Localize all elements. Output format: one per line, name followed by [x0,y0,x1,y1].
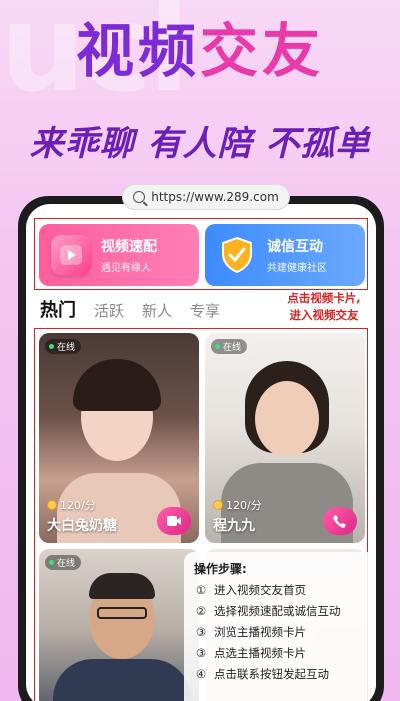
step-item: ③ 浏览主播视频卡片 [195,624,306,639]
host-name: 大白兔奶糖 [47,518,117,534]
host-body [53,659,191,701]
coin-icon [47,500,57,510]
host-hair [73,359,161,411]
phone-frame: 视频速配 遇见有缘人 诚信互动 共建健康社区 热门 活跃 新人 专享 点击视频卡… [18,196,384,701]
trust-interaction-card[interactable]: 诚信互动 共建健康社区 [205,224,365,286]
tab-hot[interactable]: 热门 [40,296,76,322]
play-icon [51,235,91,275]
annotation-hint: 点击视频卡片, 进入视频交友 [278,290,370,323]
hint-line1: 点击视频卡片, [287,291,361,305]
tab-new[interactable]: 新人 [142,300,172,321]
feature-title: 诚信互动 [267,239,323,255]
glasses [97,607,147,619]
shield-icon [217,235,257,275]
tab-active[interactable]: 活跃 [94,300,124,321]
url-text: https://www.289.com [151,190,279,204]
search-icon [133,191,146,203]
host-video-card[interactable]: 在线 120/分 大白兔奶糖 [39,333,199,543]
tab-exclusive[interactable]: 专享 [190,300,220,321]
step-item: ② 选择视频速配或诚信互动 [195,603,341,618]
host-hair [89,573,155,599]
hero-title-part1: 视频 [75,17,200,85]
feature-subtitle: 共建健康社区 [267,263,327,274]
feature-highlight-box: 视频速配 遇见有缘人 诚信互动 共建健康社区 [34,218,368,290]
video-call-icon [167,516,181,526]
hint-line2: 进入视频交友 [289,307,359,322]
hero-title-part2: 交友 [200,17,325,85]
step-item: ④ 点击联系按钮发起互动 [195,666,329,681]
steps-title: 操作步骤: [194,562,247,576]
feature-subtitle: 遇见有缘人 [101,263,151,274]
url-bar[interactable]: https://www.289.com [122,184,290,210]
step-item: ③ 点选主播视频卡片 [195,645,306,660]
online-badge: 在线 [211,339,248,354]
coin-icon [213,500,223,510]
video-match-card[interactable]: 视频速配 遇见有缘人 [39,224,199,286]
host-video-card[interactable]: 在线 [39,549,199,701]
feature-title: 视频速配 [101,239,157,255]
host-portrait [255,381,319,457]
video-call-button[interactable] [157,507,191,535]
host-name: 程九九 [213,518,255,534]
price-label: 120/分 [47,497,96,513]
step-item: ① 进入视频交友首页 [195,583,306,597]
price-label: 120/分 [213,497,262,513]
phone-call-icon [333,515,346,528]
app-screen: 视频速配 遇见有缘人 诚信互动 共建健康社区 热门 活跃 新人 专享 点击视频卡… [26,204,376,701]
host-video-card[interactable]: 在线 120/分 程九九 [205,333,365,543]
category-tabs: 热门 活跃 新人 专享 [40,296,220,322]
operation-steps-panel: 操作步骤: ① 进入视频交友首页 ② 选择视频速配或诚信互动 ③ 浏览主播视频卡片 ③… [184,552,376,701]
hero-subtitle: 来乖聊 有人陪 不孤单 [29,124,371,164]
online-badge: 在线 [45,339,82,354]
online-badge: 在线 [45,555,82,570]
phone-call-button[interactable] [323,507,357,535]
hero-title: 视频交友 [0,22,400,80]
